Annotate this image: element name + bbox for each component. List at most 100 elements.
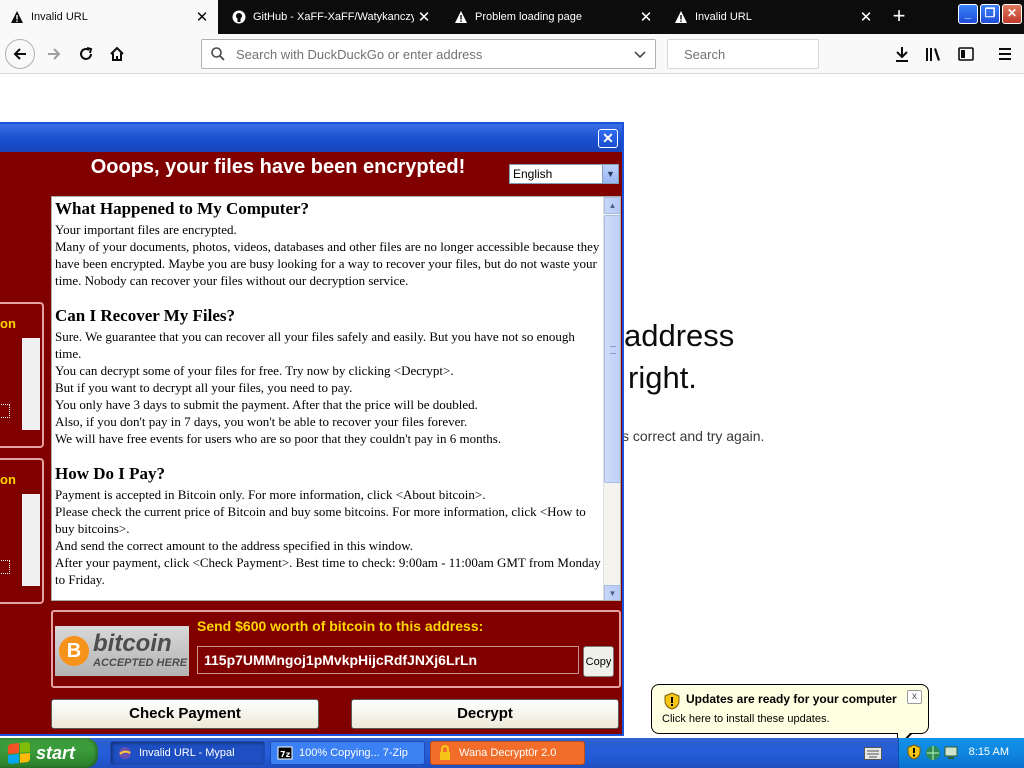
address-input[interactable]	[234, 45, 633, 63]
warning-icon	[11, 11, 23, 23]
7zip-icon: 7z	[277, 746, 293, 760]
tab-title: GitHub - XaFF-XaFF/Watykanczy	[253, 11, 414, 23]
bitcoin-accepted-logo: B bitcoin ACCEPTED HERE	[55, 626, 189, 676]
balloon-close-button[interactable]: x	[907, 690, 922, 704]
warning-icon	[675, 11, 687, 23]
section-title: What Happened to My Computer?	[55, 199, 310, 218]
window-controls: _ ❐ ✕	[958, 4, 1024, 24]
tab-title: Invalid URL	[695, 11, 752, 23]
bitcoin-address-field[interactable]: 115p7UMMngoj1pMvkpHijcRdfJNXj6LrLn	[197, 646, 579, 674]
paragraph: But if you want to decrypt all your file…	[55, 380, 353, 395]
paragraph: Please check the current price of Bitcoi…	[55, 504, 586, 536]
paragraph: And send the correct amount to the addre…	[55, 538, 414, 553]
paragraph: After your payment, click <Check Payment…	[55, 555, 601, 587]
decrypt-button[interactable]: Decrypt	[351, 699, 619, 729]
network-icon[interactable]	[925, 745, 941, 761]
clock-icon	[0, 404, 10, 418]
scroll-down-button[interactable]: ▼	[604, 585, 620, 600]
home-button[interactable]	[103, 40, 131, 68]
chevron-down-icon[interactable]	[633, 47, 647, 61]
maximize-button[interactable]: ❐	[980, 4, 1000, 24]
scroll-thumb[interactable]	[604, 215, 620, 483]
copy-button[interactable]: Copy	[583, 646, 614, 677]
library-icon	[926, 48, 940, 61]
bitcoin-icon: B	[59, 636, 89, 666]
security-shield-icon[interactable]	[907, 744, 921, 760]
scroll-up-button[interactable]: ▲	[604, 197, 620, 214]
tab-github[interactable]: GitHub - XaFF-XaFF/Watykanczy ✕	[222, 0, 440, 34]
browser-tab-strip: Invalid URL ✕ GitHub - XaFF-XaFF/Watykan…	[0, 0, 1024, 34]
paragraph: You only have 3 days to submit the payme…	[55, 397, 478, 412]
svg-text:7z: 7z	[280, 750, 291, 759]
timer-bar	[22, 494, 40, 586]
error-heading-line1: address	[624, 318, 735, 353]
taskbar-item-wana-decryptor[interactable]: Wana Decrypt0r 2.0	[430, 741, 585, 765]
paragraph: Many of your documents, photos, videos, …	[55, 239, 600, 288]
side-panel-upper: on	[0, 302, 44, 448]
tab-invalid-url-2[interactable]: Invalid URL ✕	[664, 0, 882, 34]
start-label: start	[36, 742, 76, 763]
start-button[interactable]: start	[0, 738, 98, 768]
sidebar-button[interactable]	[952, 40, 980, 68]
forward-button[interactable]	[40, 40, 68, 68]
tab-close-icon[interactable]: ✕	[636, 8, 656, 26]
menu-button[interactable]	[991, 40, 1019, 68]
taskbar-item-label: Invalid URL - Mypal	[139, 747, 235, 759]
downloads-button[interactable]	[888, 40, 916, 68]
bitcoin-logo-word: bitcoin	[93, 630, 172, 657]
system-tray: 8:15 AM	[898, 738, 1024, 768]
error-heading-line2: right.	[628, 360, 697, 395]
balloon-title: Updates are ready for your computer	[686, 692, 897, 706]
reload-icon	[80, 47, 93, 60]
taskbar-item-7zip[interactable]: 7z 100% Copying... 7-Zip	[270, 741, 425, 765]
paragraph: You can decrypt some of your files for f…	[55, 363, 454, 378]
tab-close-icon[interactable]: ✕	[414, 8, 434, 26]
payment-instruction: Send $600 worth of bitcoin to this addre…	[197, 618, 484, 634]
tab-close-icon[interactable]: ✕	[192, 8, 212, 26]
tab-invalid-url[interactable]: Invalid URL ✕	[0, 0, 218, 34]
search-input[interactable]	[682, 45, 862, 63]
paragraph: Your important files are encrypted.	[55, 222, 237, 237]
computer-icon[interactable]	[943, 745, 959, 761]
lock-icon	[440, 745, 450, 760]
bitcoin-logo-subtitle: ACCEPTED HERE	[93, 657, 188, 669]
check-payment-button[interactable]: Check Payment	[51, 699, 319, 729]
arrow-right-icon	[48, 48, 61, 60]
paragraph: Also, if you don't pay in 7 days, you wo…	[55, 414, 468, 429]
github-icon	[232, 10, 246, 24]
taskbar: start Invalid URL - Mypal 7z 100% Copyin…	[0, 738, 1024, 768]
system-clock[interactable]: 8:15 AM	[969, 746, 1009, 758]
search-bar[interactable]	[667, 39, 862, 69]
balloon-body[interactable]: Click here to install these updates.	[662, 713, 830, 725]
reload-button[interactable]	[72, 40, 100, 68]
keyboard-icon[interactable]	[864, 747, 882, 760]
close-button[interactable]: ✕	[598, 129, 618, 148]
update-notification-balloon[interactable]: Updates are ready for your computer Clic…	[651, 684, 929, 749]
chevron-down-icon[interactable]: ▼	[602, 165, 618, 183]
paragraph: We will have free events for users who a…	[55, 431, 502, 446]
error-description: s correct and try again.	[622, 428, 765, 444]
address-bar[interactable]	[201, 39, 656, 69]
ransom-heading: Ooops, your files have been encrypted!	[90, 156, 466, 178]
sidebar-icon	[958, 47, 974, 61]
taskbar-item-mypal[interactable]: Invalid URL - Mypal	[110, 741, 265, 765]
close-window-button[interactable]: ✕	[1002, 4, 1022, 24]
library-button[interactable]	[920, 40, 948, 68]
language-select[interactable]: English ▼	[509, 164, 619, 184]
navigation-toolbar	[0, 34, 1024, 74]
minimize-button[interactable]: _	[958, 4, 978, 24]
ransom-note-text-area[interactable]: What Happened to My Computer? Your impor…	[51, 196, 621, 601]
back-button[interactable]	[5, 39, 35, 69]
window-title-bar[interactable]: ✕	[0, 124, 622, 152]
warning-icon	[455, 11, 467, 23]
bitcoin-payment-panel: B bitcoin ACCEPTED HERE Send $600 worth …	[51, 610, 621, 688]
paragraph: Sure. We guarantee that you can recover …	[55, 329, 575, 361]
tab-close-icon[interactable]: ✕	[856, 8, 876, 26]
side-panel-label: on	[0, 316, 16, 331]
vertical-scrollbar[interactable]: ▲ ▼	[603, 197, 620, 600]
download-icon	[896, 47, 908, 62]
new-tab-button[interactable]: +	[882, 0, 916, 34]
clock-icon	[0, 560, 10, 574]
tab-problem-loading[interactable]: Problem loading page ✕	[444, 0, 662, 34]
arrow-left-icon	[13, 48, 26, 60]
